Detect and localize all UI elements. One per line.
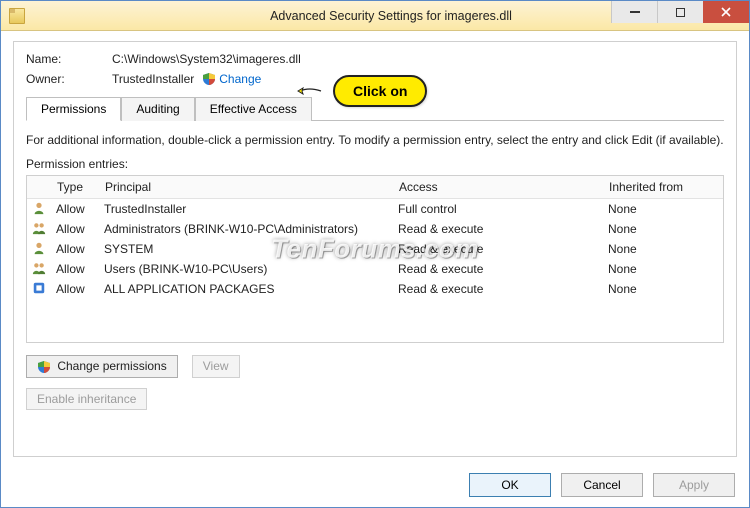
apply-button: Apply	[653, 473, 735, 497]
cell-inherited: None	[603, 202, 723, 216]
cell-type: Allow	[51, 262, 99, 276]
table-row[interactable]: AllowTrustedInstallerFull controlNone	[27, 199, 723, 219]
tab-permissions[interactable]: Permissions	[26, 97, 121, 121]
cell-principal: TrustedInstaller	[99, 202, 393, 216]
shield-icon	[202, 72, 216, 86]
principal-icon	[32, 284, 46, 298]
col-type[interactable]: Type	[51, 176, 99, 198]
cell-type: Allow	[51, 222, 99, 236]
cell-inherited: None	[603, 262, 723, 276]
col-inherited[interactable]: Inherited from	[603, 176, 723, 198]
cell-access: Read & execute	[393, 262, 603, 276]
table-row[interactable]: AllowSYSTEMRead & executeNone	[27, 239, 723, 259]
col-access[interactable]: Access	[393, 176, 603, 198]
close-button[interactable]	[703, 1, 749, 23]
cell-inherited: None	[603, 222, 723, 236]
cell-principal: SYSTEM	[99, 242, 393, 256]
principal-icon	[32, 264, 46, 278]
enable-inheritance-button: Enable inheritance	[26, 388, 147, 410]
minimize-button[interactable]	[611, 1, 657, 23]
info-text: For additional information, double-click…	[26, 133, 724, 147]
cell-inherited: None	[603, 282, 723, 296]
tabs: Permissions Auditing Effective Access	[26, 96, 724, 121]
maximize-button[interactable]	[657, 1, 703, 23]
cancel-button[interactable]: Cancel	[561, 473, 643, 497]
change-permissions-button[interactable]: Change permissions	[26, 355, 178, 378]
change-owner-link[interactable]: Change	[219, 72, 261, 86]
principal-icon	[32, 244, 46, 258]
ok-button[interactable]: OK	[469, 473, 551, 497]
owner-value: TrustedInstaller	[112, 72, 194, 86]
cell-principal: Users (BRINK-W10-PC\Users)	[99, 262, 393, 276]
tab-auditing[interactable]: Auditing	[121, 97, 194, 121]
cell-type: Allow	[51, 202, 99, 216]
cell-type: Allow	[51, 282, 99, 296]
permissions-grid[interactable]: Type Principal Access Inherited from All…	[26, 175, 724, 343]
cell-principal: Administrators (BRINK-W10-PC\Administrat…	[99, 222, 393, 236]
shield-icon	[37, 360, 51, 374]
name-label: Name:	[26, 52, 112, 66]
principal-icon	[32, 204, 46, 218]
cell-type: Allow	[51, 242, 99, 256]
table-row[interactable]: AllowALL APPLICATION PACKAGESRead & exec…	[27, 279, 723, 299]
cell-principal: ALL APPLICATION PACKAGES	[99, 282, 393, 296]
folder-icon	[9, 8, 25, 24]
content-panel: Name: C:\Windows\System32\imageres.dll O…	[13, 41, 737, 457]
cell-access: Read & execute	[393, 242, 603, 256]
owner-label: Owner:	[26, 72, 112, 86]
cell-access: Full control	[393, 202, 603, 216]
col-principal[interactable]: Principal	[99, 176, 393, 198]
table-row[interactable]: AllowAdministrators (BRINK-W10-PC\Admini…	[27, 219, 723, 239]
tab-effective-access[interactable]: Effective Access	[195, 97, 312, 121]
titlebar: Advanced Security Settings for imageres.…	[1, 1, 749, 31]
view-button: View	[192, 355, 240, 378]
table-row[interactable]: AllowUsers (BRINK-W10-PC\Users)Read & ex…	[27, 259, 723, 279]
cell-access: Read & execute	[393, 222, 603, 236]
principal-icon	[32, 224, 46, 238]
cell-access: Read & execute	[393, 282, 603, 296]
entries-label: Permission entries:	[26, 157, 724, 171]
cell-inherited: None	[603, 242, 723, 256]
name-value: C:\Windows\System32\imageres.dll	[112, 52, 301, 66]
security-settings-window: Advanced Security Settings for imageres.…	[0, 0, 750, 508]
